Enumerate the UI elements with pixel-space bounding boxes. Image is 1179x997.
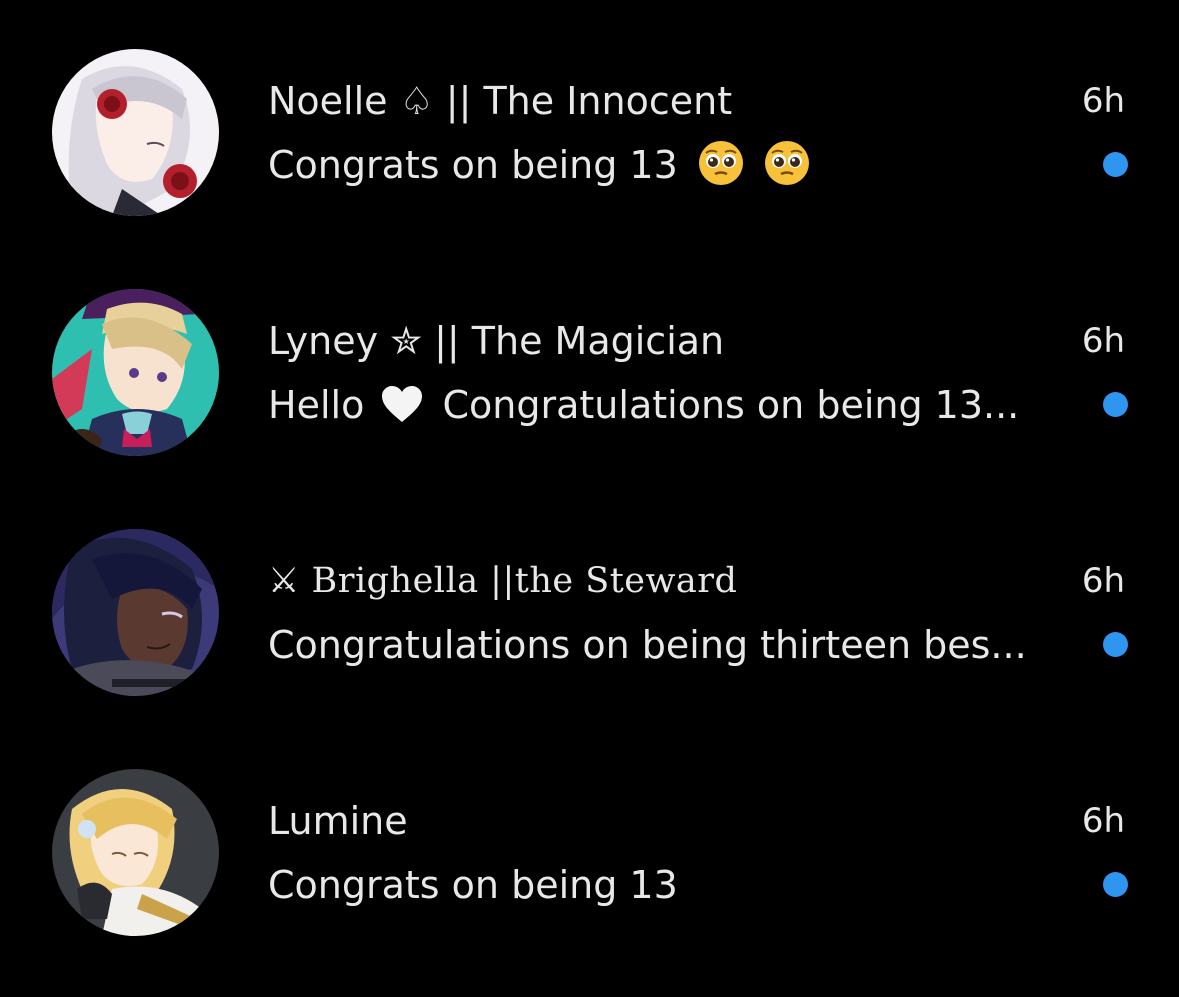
contact-name: Lyney ✮ || The Magician xyxy=(268,319,725,363)
contact-name: Noelle ♤ || The Innocent xyxy=(268,79,733,123)
message-preview: Hello Congratulations on being 13... xyxy=(268,380,1019,430)
message-preview-text-continued: Congratulations on being 13... xyxy=(442,383,1020,427)
unread-indicator xyxy=(1103,152,1128,177)
avatar[interactable] xyxy=(52,769,219,936)
unread-indicator xyxy=(1103,392,1128,417)
contact-name: ⚔ Brighella ||the Steward xyxy=(268,561,738,601)
message-preview: Congratulations on being thirteen bes... xyxy=(268,623,1027,667)
lumine-avatar-image xyxy=(52,769,219,936)
message-preview: Congrats on being 13 xyxy=(268,140,810,190)
timestamp: 6h xyxy=(1081,561,1125,601)
lyney-avatar-image xyxy=(52,289,219,456)
message-preview-text: Congrats on being 13 xyxy=(268,143,678,187)
conversation-list: Noelle ♤ || The Innocent Congrats on bei… xyxy=(0,0,1179,997)
conversation-row-lyney[interactable]: Lyney ✮ || The Magician Hello Congratula… xyxy=(0,272,1179,472)
conversation-row-noelle[interactable]: Noelle ♤ || The Innocent Congrats on bei… xyxy=(0,32,1179,232)
pleading-face-icon xyxy=(764,141,809,185)
conversation-row-lumine[interactable]: Lumine Congrats on being 13 6h xyxy=(0,752,1179,952)
brighella-avatar-image xyxy=(52,529,219,696)
timestamp: 6h xyxy=(1081,321,1125,361)
avatar[interactable] xyxy=(52,49,219,216)
unread-indicator xyxy=(1103,872,1128,897)
message-preview-text: Hello xyxy=(268,383,365,427)
pleading-face-icon xyxy=(698,141,743,185)
timestamp: 6h xyxy=(1081,801,1125,841)
white-heart-icon xyxy=(382,386,423,422)
contact-name: Lumine xyxy=(268,799,408,843)
conversation-row-brighella[interactable]: ⚔ Brighella ||the Steward Congratulation… xyxy=(0,512,1179,712)
avatar[interactable] xyxy=(52,289,219,456)
message-preview: Congrats on being 13 xyxy=(268,863,678,907)
unread-indicator xyxy=(1103,632,1128,657)
timestamp: 6h xyxy=(1081,81,1125,121)
avatar[interactable] xyxy=(52,529,219,696)
noelle-avatar-image xyxy=(52,49,219,216)
